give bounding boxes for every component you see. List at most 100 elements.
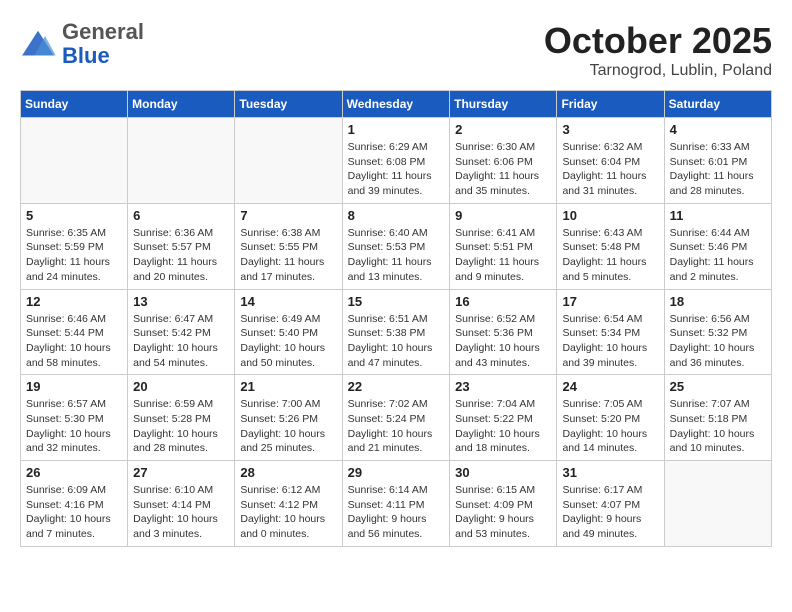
day-info: Sunrise: 6:46 AM Sunset: 5:44 PM Dayligh…	[26, 312, 122, 371]
weekday-header-row: SundayMondayTuesdayWednesdayThursdayFrid…	[21, 91, 772, 118]
day-number: 22	[348, 379, 445, 394]
week-row: 12 Sunrise: 6:46 AM Sunset: 5:44 PM Dayli…	[21, 289, 772, 375]
week-row: 19 Sunrise: 6:57 AM Sunset: 5:30 PM Dayli…	[21, 375, 772, 461]
calendar-cell: 22 Sunrise: 7:02 AM Sunset: 5:24 PM Dayli…	[342, 375, 450, 461]
page-header: General Blue October 2025 Tarnogrod, Lub…	[20, 20, 772, 80]
logo-text: General Blue	[62, 20, 144, 68]
day-info: Sunrise: 7:02 AM Sunset: 5:24 PM Dayligh…	[348, 397, 445, 456]
day-number: 23	[455, 379, 551, 394]
day-number: 29	[348, 465, 445, 480]
day-info: Sunrise: 7:00 AM Sunset: 5:26 PM Dayligh…	[240, 397, 336, 456]
calendar-cell: 8 Sunrise: 6:40 AM Sunset: 5:53 PM Daylig…	[342, 203, 450, 289]
day-info: Sunrise: 6:10 AM Sunset: 4:14 PM Dayligh…	[133, 483, 229, 542]
calendar-cell: 23 Sunrise: 7:04 AM Sunset: 5:22 PM Dayli…	[450, 375, 557, 461]
calendar-cell: 26 Sunrise: 6:09 AM Sunset: 4:16 PM Dayli…	[21, 461, 128, 547]
day-info: Sunrise: 6:47 AM Sunset: 5:42 PM Dayligh…	[133, 312, 229, 371]
day-number: 1	[348, 122, 445, 137]
day-info: Sunrise: 6:32 AM Sunset: 6:04 PM Dayligh…	[562, 140, 658, 199]
day-number: 30	[455, 465, 551, 480]
calendar-cell: 9 Sunrise: 6:41 AM Sunset: 5:51 PM Daylig…	[450, 203, 557, 289]
day-number: 5	[26, 208, 122, 223]
day-number: 20	[133, 379, 229, 394]
calendar-cell	[235, 118, 342, 204]
weekday-header: Monday	[128, 91, 235, 118]
month-title: October 2025	[544, 20, 772, 62]
calendar-cell: 20 Sunrise: 6:59 AM Sunset: 5:28 PM Dayli…	[128, 375, 235, 461]
day-info: Sunrise: 6:30 AM Sunset: 6:06 PM Dayligh…	[455, 140, 551, 199]
day-number: 13	[133, 294, 229, 309]
day-info: Sunrise: 6:36 AM Sunset: 5:57 PM Dayligh…	[133, 226, 229, 285]
day-info: Sunrise: 7:04 AM Sunset: 5:22 PM Dayligh…	[455, 397, 551, 456]
weekday-header: Sunday	[21, 91, 128, 118]
logo-blue: Blue	[62, 43, 110, 68]
day-number: 7	[240, 208, 336, 223]
day-info: Sunrise: 6:09 AM Sunset: 4:16 PM Dayligh…	[26, 483, 122, 542]
day-info: Sunrise: 6:40 AM Sunset: 5:53 PM Dayligh…	[348, 226, 445, 285]
day-number: 6	[133, 208, 229, 223]
day-number: 10	[562, 208, 658, 223]
day-info: Sunrise: 6:43 AM Sunset: 5:48 PM Dayligh…	[562, 226, 658, 285]
location: Tarnogrod, Lublin, Poland	[544, 62, 772, 80]
calendar-cell: 13 Sunrise: 6:47 AM Sunset: 5:42 PM Dayli…	[128, 289, 235, 375]
day-info: Sunrise: 6:33 AM Sunset: 6:01 PM Dayligh…	[670, 140, 766, 199]
day-info: Sunrise: 6:57 AM Sunset: 5:30 PM Dayligh…	[26, 397, 122, 456]
calendar-cell: 31 Sunrise: 6:17 AM Sunset: 4:07 PM Dayli…	[557, 461, 664, 547]
weekday-header: Saturday	[664, 91, 771, 118]
day-number: 19	[26, 379, 122, 394]
calendar-cell: 2 Sunrise: 6:30 AM Sunset: 6:06 PM Daylig…	[450, 118, 557, 204]
calendar-cell: 11 Sunrise: 6:44 AM Sunset: 5:46 PM Dayli…	[664, 203, 771, 289]
calendar-cell: 4Sunrise: 6:33 AM Sunset: 6:01 PM Daylig…	[664, 118, 771, 204]
day-info: Sunrise: 7:07 AM Sunset: 5:18 PM Dayligh…	[670, 397, 766, 456]
day-info: Sunrise: 6:59 AM Sunset: 5:28 PM Dayligh…	[133, 397, 229, 456]
day-info: Sunrise: 6:17 AM Sunset: 4:07 PM Dayligh…	[562, 483, 658, 542]
day-number: 2	[455, 122, 551, 137]
calendar-cell	[21, 118, 128, 204]
day-info: Sunrise: 6:44 AM Sunset: 5:46 PM Dayligh…	[670, 226, 766, 285]
day-number: 3	[562, 122, 658, 137]
day-number: 18	[670, 294, 766, 309]
day-info: Sunrise: 6:38 AM Sunset: 5:55 PM Dayligh…	[240, 226, 336, 285]
calendar-cell: 24Sunrise: 7:05 AM Sunset: 5:20 PM Dayli…	[557, 375, 664, 461]
logo-general: General	[62, 19, 144, 44]
calendar-cell	[128, 118, 235, 204]
day-info: Sunrise: 6:52 AM Sunset: 5:36 PM Dayligh…	[455, 312, 551, 371]
day-info: Sunrise: 6:35 AM Sunset: 5:59 PM Dayligh…	[26, 226, 122, 285]
logo: General Blue	[20, 20, 144, 68]
calendar-cell: 21 Sunrise: 7:00 AM Sunset: 5:26 PM Dayli…	[235, 375, 342, 461]
day-number: 31	[562, 465, 658, 480]
weekday-header: Friday	[557, 91, 664, 118]
day-info: Sunrise: 6:54 AM Sunset: 5:34 PM Dayligh…	[562, 312, 658, 371]
calendar-cell: 29 Sunrise: 6:14 AM Sunset: 4:11 PM Dayli…	[342, 461, 450, 547]
calendar-cell: 12 Sunrise: 6:46 AM Sunset: 5:44 PM Dayli…	[21, 289, 128, 375]
day-info: Sunrise: 6:14 AM Sunset: 4:11 PM Dayligh…	[348, 483, 445, 542]
day-info: Sunrise: 6:29 AM Sunset: 6:08 PM Dayligh…	[348, 140, 445, 199]
calendar-cell	[664, 461, 771, 547]
day-number: 21	[240, 379, 336, 394]
calendar-cell: 16 Sunrise: 6:52 AM Sunset: 5:36 PM Dayli…	[450, 289, 557, 375]
day-number: 11	[670, 208, 766, 223]
week-row: 1 Sunrise: 6:29 AM Sunset: 6:08 PM Daylig…	[21, 118, 772, 204]
day-number: 16	[455, 294, 551, 309]
week-row: 26 Sunrise: 6:09 AM Sunset: 4:16 PM Dayli…	[21, 461, 772, 547]
calendar-cell: 1 Sunrise: 6:29 AM Sunset: 6:08 PM Daylig…	[342, 118, 450, 204]
calendar-cell: 15Sunrise: 6:51 AM Sunset: 5:38 PM Dayli…	[342, 289, 450, 375]
calendar-cell: 10 Sunrise: 6:43 AM Sunset: 5:48 PM Dayli…	[557, 203, 664, 289]
day-number: 9	[455, 208, 551, 223]
weekday-header: Tuesday	[235, 91, 342, 118]
day-info: Sunrise: 7:05 AM Sunset: 5:20 PM Dayligh…	[562, 397, 658, 456]
day-info: Sunrise: 6:12 AM Sunset: 4:12 PM Dayligh…	[240, 483, 336, 542]
day-number: 8	[348, 208, 445, 223]
day-number: 17	[562, 294, 658, 309]
calendar-cell: 14Sunrise: 6:49 AM Sunset: 5:40 PM Dayli…	[235, 289, 342, 375]
day-number: 26	[26, 465, 122, 480]
day-number: 25	[670, 379, 766, 394]
day-number: 12	[26, 294, 122, 309]
calendar-cell: 7 Sunrise: 6:38 AM Sunset: 5:55 PM Daylig…	[235, 203, 342, 289]
day-info: Sunrise: 6:15 AM Sunset: 4:09 PM Dayligh…	[455, 483, 551, 542]
day-info: Sunrise: 6:41 AM Sunset: 5:51 PM Dayligh…	[455, 226, 551, 285]
calendar-cell: 19 Sunrise: 6:57 AM Sunset: 5:30 PM Dayli…	[21, 375, 128, 461]
calendar-cell: 17 Sunrise: 6:54 AM Sunset: 5:34 PM Dayli…	[557, 289, 664, 375]
day-info: Sunrise: 6:51 AM Sunset: 5:38 PM Dayligh…	[348, 312, 445, 371]
day-number: 14	[240, 294, 336, 309]
title-block: October 2025 Tarnogrod, Lublin, Poland	[544, 20, 772, 80]
